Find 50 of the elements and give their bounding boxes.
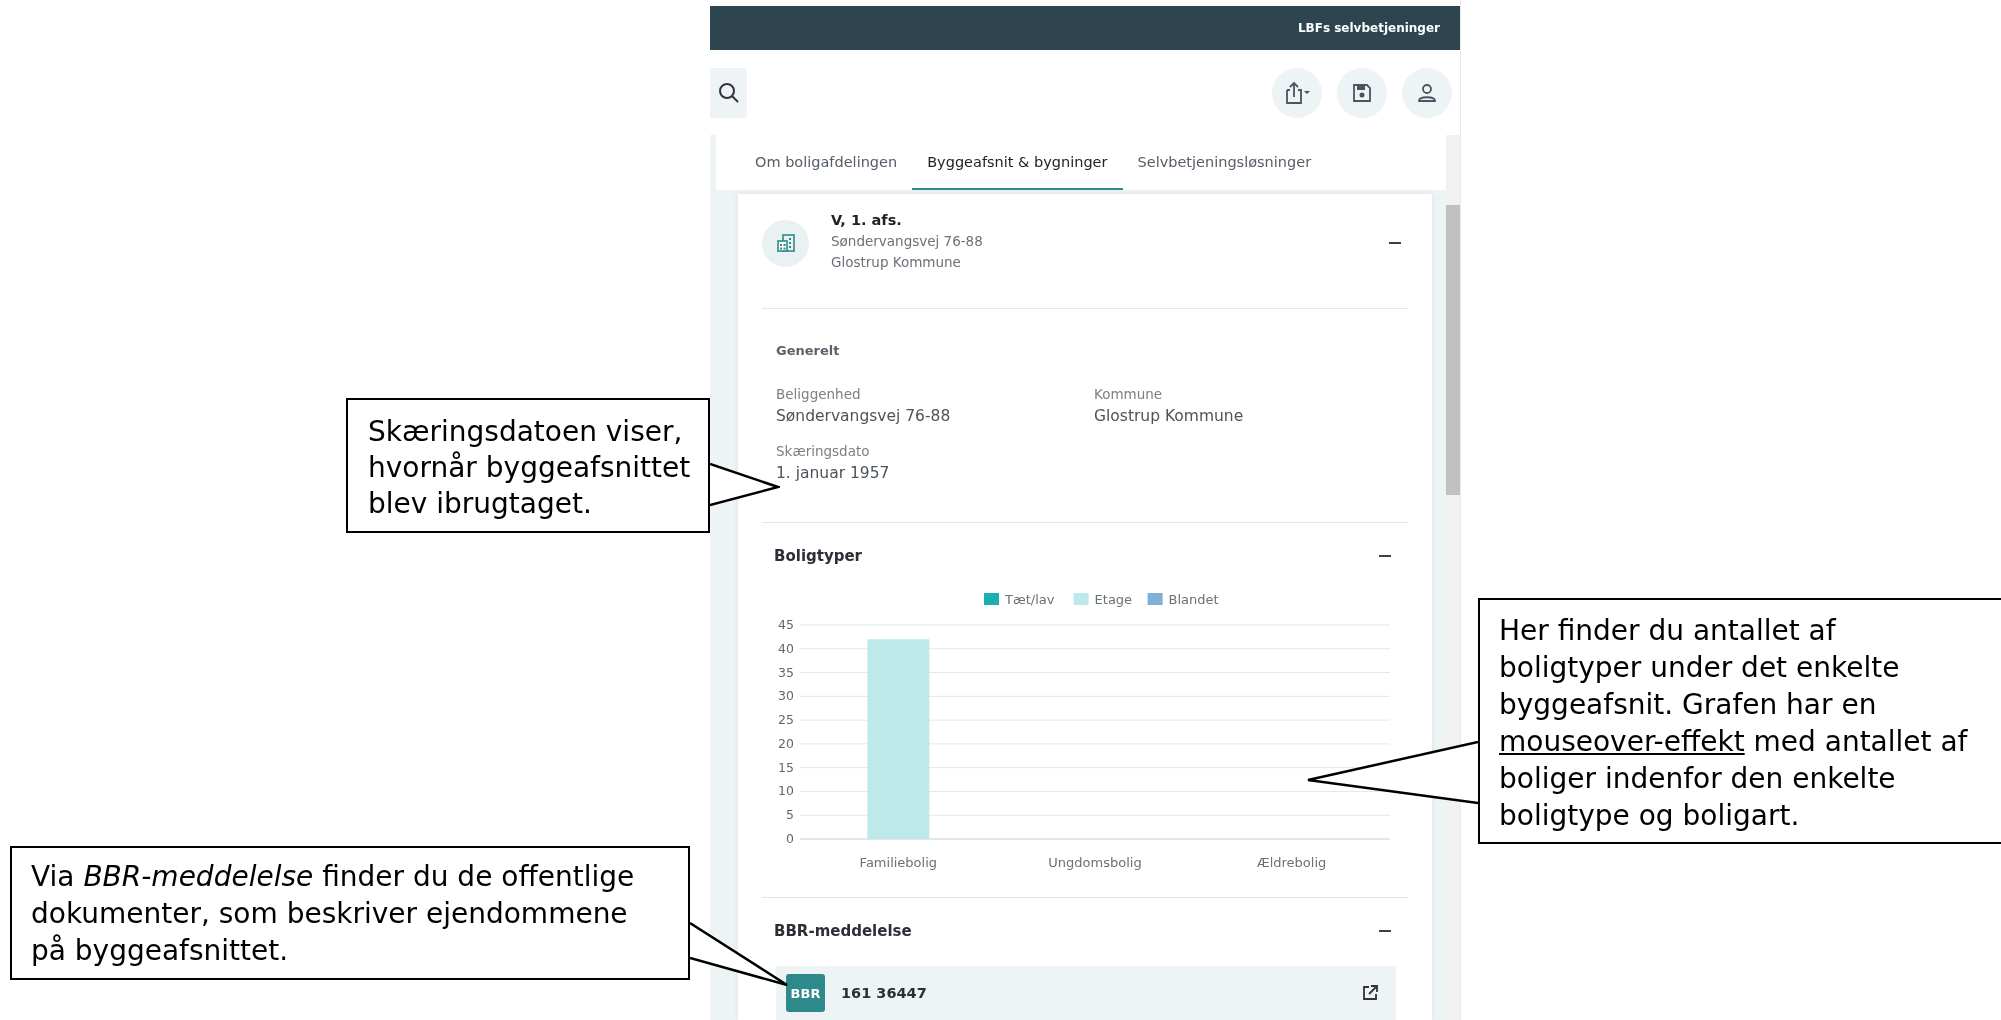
field-label: Skæringsdato [776,443,871,459]
legend-label[interactable]: Tæt/lav [1005,592,1055,607]
save-button[interactable] [1337,67,1387,118]
field-label: Beliggenhed [776,386,862,402]
x-category-label: Ungdomsbolig [1048,855,1142,870]
callout-text: Skæringsdatoen viser, hvornår byggeafsnittet blev ibrugtaget. [346,398,710,533]
x-category-label: Ældrebolig [1257,855,1327,870]
bbr-badge: BBR [786,974,825,1012]
y-tick-label: 15 [778,759,794,775]
link[interactable]: mouseover-effekt [1499,725,1745,758]
y-tick-label: 20 [778,735,794,751]
user-icon [1417,82,1437,103]
section-address: Søndervangsvej 76-88 [831,233,984,249]
building-icon [762,219,809,267]
y-tick-label: 25 [778,712,794,728]
search-button[interactable] [710,67,747,118]
field-value: 1. januar 1957 [776,464,891,482]
section-heading: Generelt [776,343,841,358]
y-tick-label: 40 [778,640,794,656]
y-tick-label: 5 [786,807,794,823]
x-category-label: Familiebolig [859,855,938,870]
callout-text: Her finder du antallet af boligtyper under det enkelte byggeafsnit. Grafen har en mouseover-effekt med antallet af boliger indenfor den enkelte boligtype og boligart. [1478,598,2001,844]
tab[interactable]: Om boligafdelingen [740,135,913,190]
external-link-icon[interactable] [1362,985,1378,1001]
section-title: V, 1. afs. [831,212,903,228]
scrollbar[interactable] [1446,135,1460,1020]
callout-text: Via BBR-meddelelse finder du de offentlige dokumenter, som beskriver ejendommene på byggeafsnittet. [10,846,690,980]
document-number: 161 36447 [841,985,928,1001]
tab[interactable]: Selvbetjeningsløsninger [1122,135,1327,190]
field-value: Glostrup Kommune [1094,407,1245,425]
section-heading: BBR-meddelelse [774,922,912,940]
app-title: LBFs selvbetjeninger [1297,21,1440,35]
y-tick-label: 35 [778,664,794,680]
save-icon [1352,82,1372,103]
legend-label[interactable]: Etage [1094,592,1133,607]
share-icon [1283,80,1311,105]
section-municipality: Glostrup Kommune [831,254,962,270]
field-label: Kommune [1094,386,1164,402]
y-tick-label: 45 [778,617,794,632]
y-tick-label: 0 [786,831,794,846]
legend-label[interactable]: Blandet [1168,592,1219,607]
user-button[interactable] [1402,67,1452,118]
share-button[interactable] [1272,67,1322,118]
y-tick-label: 10 [778,783,794,799]
y-tick-label: 30 [778,688,794,704]
section-heading: Boligtyper [774,547,862,565]
document-row[interactable]: BBR 161 36447 [776,966,1396,1020]
tab[interactable]: Byggeafsnit & bygninger [912,135,1123,190]
search-icon [717,81,740,104]
field-value: Søndervangsvej 76-88 [776,407,952,425]
